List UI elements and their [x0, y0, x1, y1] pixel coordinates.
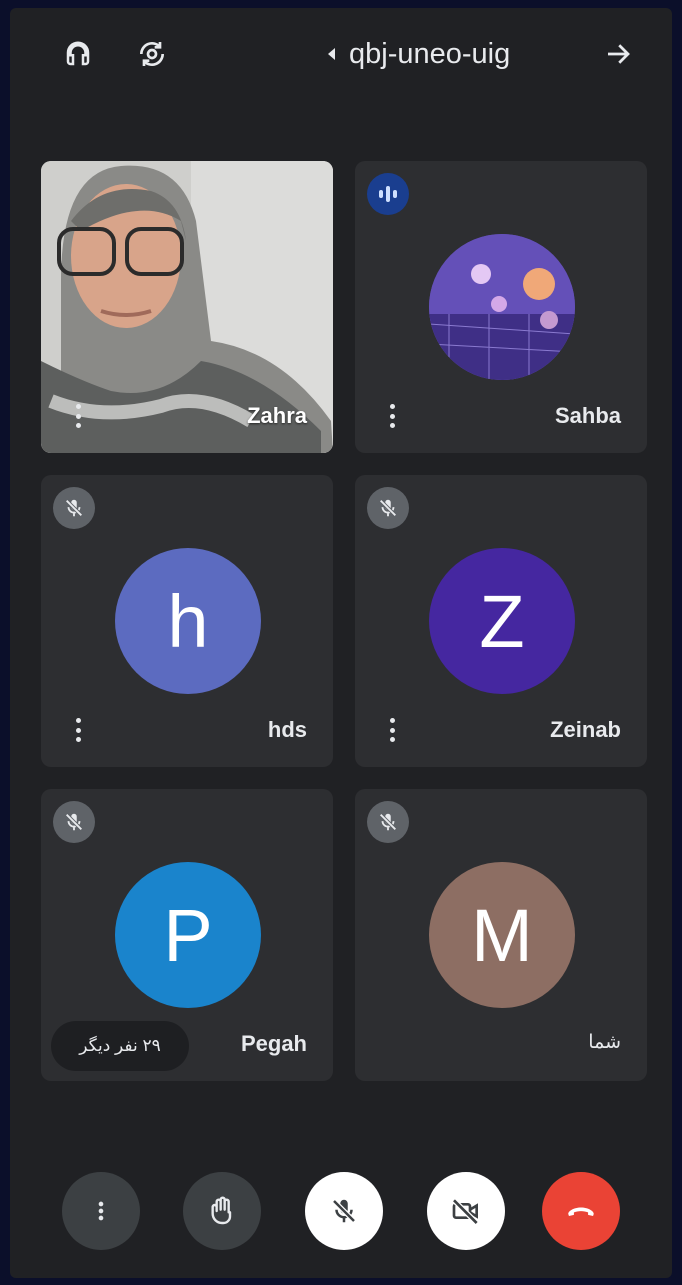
meeting-code-button[interactable]: qbj-uneo-uig — [328, 34, 510, 74]
participant-options-button[interactable] — [385, 715, 399, 745]
raise-hand-button[interactable] — [183, 1172, 261, 1250]
avatar: M — [429, 862, 575, 1008]
end-call-button[interactable] — [542, 1172, 620, 1250]
meeting-code: qbj-uneo-uig — [349, 37, 511, 70]
camera-toggle-button[interactable] — [427, 1172, 505, 1250]
others-count-button[interactable]: ۲۹ نفر دیگر — [51, 1021, 189, 1071]
more-vert-icon — [98, 1201, 104, 1221]
participant-name: شما — [588, 1032, 621, 1053]
headphones-icon[interactable] — [56, 32, 100, 76]
avatar — [429, 234, 575, 380]
avatar: h — [115, 548, 261, 694]
speaking-indicator-icon — [367, 173, 409, 215]
participant-name: Sahba — [554, 403, 621, 428]
participant-name: Zeinab — [550, 717, 621, 742]
call-end-icon — [568, 1207, 594, 1216]
meeting-screen: qbj-uneo-uig Zahra Sahba h hds Z Zeinab … — [10, 8, 672, 1278]
caret-left-icon — [328, 48, 335, 60]
videocam-off-icon — [452, 1198, 479, 1225]
participant-name: Pegah — [240, 1031, 307, 1056]
participant-tile-hds[interactable]: h hds — [41, 475, 333, 767]
mic-off-icon — [367, 487, 409, 529]
mic-off-icon — [53, 487, 95, 529]
arrow-forward-icon[interactable] — [596, 32, 640, 76]
participant-tile-zahra[interactable]: Zahra — [41, 161, 333, 453]
more-options-button[interactable] — [62, 1172, 140, 1250]
participant-options-button[interactable] — [71, 401, 85, 431]
participant-options-button[interactable] — [71, 715, 85, 745]
participant-tile-pegah[interactable]: P ۲۹ نفر دیگر Pegah — [41, 789, 333, 1081]
microphone-toggle-button[interactable] — [305, 1172, 383, 1250]
participant-tile-sahba[interactable]: Sahba — [355, 161, 647, 453]
top-bar: qbj-uneo-uig — [10, 8, 672, 103]
switch-camera-icon[interactable] — [130, 32, 174, 76]
avatar: Z — [429, 548, 575, 694]
participant-tile-self[interactable]: M شما — [355, 789, 647, 1081]
avatar: P — [115, 862, 261, 1008]
participant-name: Zahra — [247, 403, 307, 428]
participant-name: hds — [267, 717, 307, 742]
mic-off-icon — [367, 801, 409, 843]
mic-off-icon — [53, 801, 95, 843]
avatar-photo — [429, 234, 575, 380]
participant-tile-zeinab[interactable]: Z Zeinab — [355, 475, 647, 767]
participant-options-button[interactable] — [385, 401, 399, 431]
mic-off-icon — [332, 1199, 356, 1223]
hand-icon — [211, 1196, 232, 1225]
